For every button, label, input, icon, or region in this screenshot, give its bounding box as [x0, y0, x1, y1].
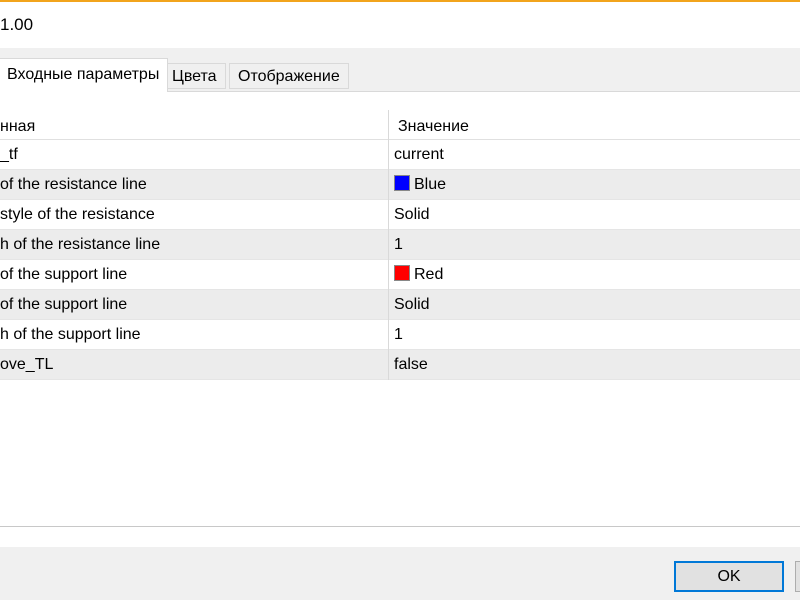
value-text: Red [414, 266, 444, 283]
table-row[interactable]: h of the resistance line 1 [0, 230, 800, 260]
ok-button[interactable]: OK [674, 561, 784, 592]
table-row[interactable]: of the support line Solid [0, 290, 800, 320]
value-text: false [394, 356, 428, 373]
table-row[interactable]: _tf current [0, 140, 800, 170]
parameter-value[interactable]: false [388, 350, 800, 380]
parameter-name: of the resistance line [0, 176, 147, 193]
table-row[interactable]: of the resistance line Blue [0, 170, 800, 200]
value-text: Solid [394, 296, 430, 313]
parameter-name: h of the resistance line [0, 236, 161, 253]
column-header-value[interactable]: Значение [388, 110, 800, 140]
panel-divider [0, 526, 800, 527]
parameter-name: of the support line [0, 296, 128, 313]
parameter-value[interactable]: Blue [388, 170, 800, 200]
parameter-value[interactable]: Solid [388, 200, 800, 230]
parameters-grid: нная Значение _tf current of the resista… [0, 110, 800, 380]
parameter-name: of the support line [0, 266, 128, 283]
value-text: 1 [394, 236, 403, 253]
parameter-name: h of the support line [0, 326, 141, 343]
tab-colors[interactable]: Цвета [163, 63, 226, 89]
parameter-value[interactable]: Red [388, 260, 800, 290]
color-swatch [394, 175, 410, 191]
parameter-value[interactable]: 1 [388, 320, 800, 350]
value-text: 1 [394, 326, 403, 343]
parameter-name: _tf [0, 146, 18, 163]
parameter-value[interactable]: current [388, 140, 800, 170]
column-header-variable[interactable]: нная [0, 110, 387, 140]
table-row[interactable]: ove_TL false [0, 350, 800, 380]
table-row[interactable]: style of the resistance Solid [0, 200, 800, 230]
parameter-value[interactable]: 1 [388, 230, 800, 260]
value-text: current [394, 146, 444, 163]
table-row[interactable]: of the support line Red [0, 260, 800, 290]
value-text: Solid [394, 206, 430, 223]
parameters-panel: нная Значение _tf current of the resista… [0, 91, 800, 547]
parameter-name: ove_TL [0, 356, 54, 373]
grid-header: нная Значение [0, 110, 800, 140]
parameter-name: style of the resistance [0, 206, 155, 223]
table-row[interactable]: h of the support line 1 [0, 320, 800, 350]
title-bar: 1.00 [0, 2, 800, 48]
tab-input-parameters[interactable]: Входные параметры [0, 58, 169, 92]
cancel-button[interactable] [795, 561, 800, 592]
window-title: 1.00 [0, 15, 34, 34]
parameter-value[interactable]: Solid [388, 290, 800, 320]
color-swatch [394, 265, 410, 281]
value-text: Blue [414, 176, 447, 193]
tab-display[interactable]: Отображение [229, 63, 349, 89]
